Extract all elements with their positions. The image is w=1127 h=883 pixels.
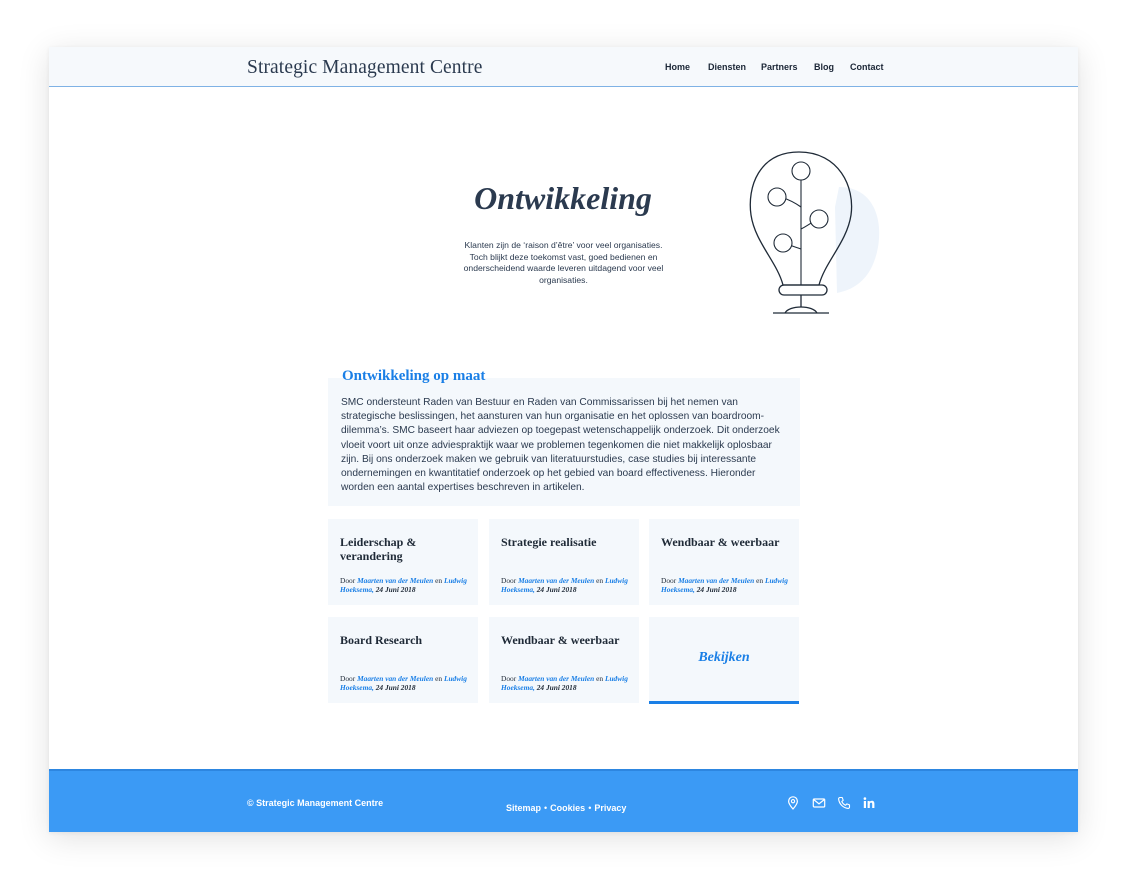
linkedin-icon[interactable] — [862, 796, 876, 810]
article-title: Board Research — [340, 633, 423, 647]
footer-links: Sitemap • Cookies • Privacy — [506, 798, 626, 816]
footer-link-privacy[interactable]: Privacy — [594, 803, 626, 813]
article-card[interactable]: Strategie realisatie Door Maarten van de… — [489, 519, 639, 605]
phone-icon[interactable] — [837, 796, 851, 810]
site-header: Strategic Management Centre Home Dienste… — [49, 47, 1078, 87]
browser-frame: Strategic Management Centre Home Dienste… — [49, 47, 1078, 832]
article-title: Wendbaar & weerbaar — [501, 633, 620, 647]
meta-conjunction: en — [596, 674, 604, 683]
article-meta: Door Maarten van der Meulen en Ludwig Ho… — [340, 576, 472, 594]
article-date: 24 Juni 2018 — [375, 585, 416, 594]
author-link[interactable]: Maarten van der Meulen — [518, 576, 594, 585]
meta-conjunction: en — [435, 674, 443, 683]
nav-blog[interactable]: Blog — [814, 62, 834, 72]
article-title: Wendbaar & weerbaar — [661, 535, 780, 549]
article-date: 24 Juni 2018 — [536, 585, 577, 594]
footer-link-cookies[interactable]: Cookies — [550, 803, 585, 813]
meta-conjunction: en — [756, 576, 764, 585]
article-meta: Door Maarten van der Meulen en Ludwig Ho… — [501, 576, 633, 594]
mail-icon[interactable] — [812, 796, 826, 810]
article-card[interactable]: Wendbaar & weerbaar Door Maarten van der… — [489, 617, 639, 703]
separator: • — [588, 803, 592, 813]
article-title: Strategie realisatie — [501, 535, 597, 549]
author-link[interactable]: Maarten van der Meulen — [678, 576, 754, 585]
copyright: © Strategic Management Centre — [247, 798, 384, 808]
view-all-button[interactable]: Bekijken — [649, 617, 799, 704]
intro-heading: Ontwikkeling op maat — [342, 368, 486, 384]
site-footer: © Strategic Management Centre Sitemap • Co… — [49, 769, 1078, 832]
location-icon[interactable] — [786, 796, 800, 810]
meta-conjunction: en — [435, 576, 443, 585]
nav-diensten[interactable]: Diensten — [708, 62, 746, 72]
nav-home[interactable]: Home — [665, 62, 690, 72]
article-meta: Door Maarten van der Meulen en Ludwig Ho… — [501, 674, 633, 692]
meta-prefix: Door — [661, 576, 677, 585]
article-card[interactable]: Wendbaar & weerbaar Door Maarten van der… — [649, 519, 799, 605]
meta-conjunction: en — [596, 576, 604, 585]
hero-text: Klanten zijn de ‘raison d’être’ voor vee… — [463, 240, 664, 285]
article-date: 24 Juni 2018 — [696, 585, 737, 594]
meta-prefix: Door — [501, 576, 517, 585]
brand-logo[interactable]: Strategic Management Centre — [247, 57, 483, 79]
article-card[interactable]: Board Research Door Maarten van der Meul… — [328, 617, 478, 703]
article-title: Leiderschap & verandering — [340, 535, 417, 563]
article-card[interactable]: Leiderschap & verandering Door Maarten v… — [328, 519, 478, 605]
separator: • — [544, 803, 548, 813]
meta-prefix: Door — [340, 674, 356, 683]
article-date: 24 Juni 2018 — [375, 683, 416, 692]
author-link[interactable]: Maarten van der Meulen — [357, 576, 433, 585]
author-link[interactable]: Maarten van der Meulen — [357, 674, 433, 683]
nav-contact[interactable]: Contact — [850, 62, 884, 72]
lightbulb-tree-icon — [749, 151, 880, 314]
intro-text: SMC ondersteunt Raden van Bestuur en Rad… — [341, 397, 780, 494]
nav-partners[interactable]: Partners — [761, 62, 798, 72]
meta-prefix: Door — [340, 576, 356, 585]
article-meta: Door Maarten van der Meulen en Ludwig Ho… — [340, 674, 472, 692]
view-all-label: Bekijken — [698, 650, 750, 665]
author-link[interactable]: Maarten van der Meulen — [518, 674, 594, 683]
meta-prefix: Door — [501, 674, 517, 683]
article-date: 24 Juni 2018 — [536, 683, 577, 692]
footer-link-sitemap[interactable]: Sitemap — [506, 803, 541, 813]
hero-title: Ontwikkeling — [474, 180, 652, 216]
article-meta: Door Maarten van der Meulen en Ludwig Ho… — [661, 576, 793, 594]
